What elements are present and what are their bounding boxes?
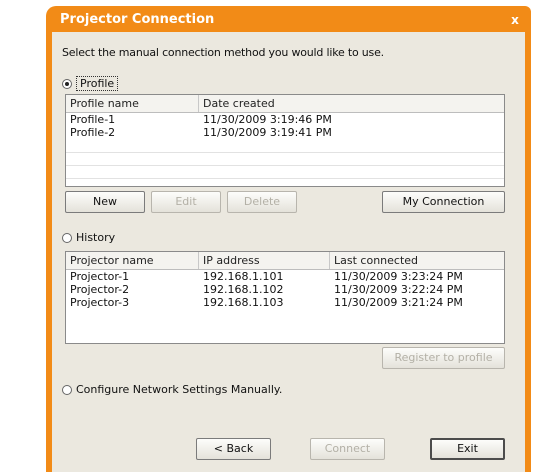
register-to-profile-button[interactable]: Register to profile xyxy=(382,347,505,369)
my-connection-button[interactable]: My Connection xyxy=(382,191,505,213)
column-header-profile-name[interactable]: Profile name xyxy=(66,95,199,112)
history-list-header: Projector name IP address Last connected xyxy=(66,252,504,270)
column-header-date-created[interactable]: Date created xyxy=(199,95,501,112)
projector-connection-window: Projector Connection x Select the manual… xyxy=(46,6,531,472)
delete-button[interactable]: Delete xyxy=(227,191,297,213)
title-bar: Projector Connection x xyxy=(60,10,523,30)
close-icon[interactable]: x xyxy=(507,10,523,30)
table-row[interactable]: Projector-3 192.168.1.103 11/30/2009 3:2… xyxy=(66,296,504,309)
profile-radio[interactable] xyxy=(62,78,72,89)
dialog-body: Select the manual connection method you … xyxy=(52,32,525,472)
ip-address-cell: 192.168.1.103 xyxy=(203,296,284,309)
profile-list[interactable]: Profile name Date created Profile-1 11/3… xyxy=(65,94,505,187)
projector-name-cell: Projector-2 xyxy=(70,283,130,296)
date-created-cell: 11/30/2009 3:19:46 PM xyxy=(203,113,332,126)
history-radio[interactable] xyxy=(62,232,72,243)
history-radio-option[interactable]: History xyxy=(62,231,115,244)
window-title: Projector Connection xyxy=(60,12,215,27)
instruction-text: Select the manual connection method you … xyxy=(62,46,384,59)
ip-address-cell: 192.168.1.102 xyxy=(203,283,284,296)
table-row[interactable]: Projector-2 192.168.1.102 11/30/2009 3:2… xyxy=(66,283,504,296)
manual-settings-radio[interactable] xyxy=(62,384,72,395)
history-radio-label: History xyxy=(76,231,116,244)
table-row[interactable]: Profile-2 11/30/2009 3:19:41 PM xyxy=(66,126,504,139)
last-connected-cell: 11/30/2009 3:22:24 PM xyxy=(334,283,463,296)
edit-button[interactable]: Edit xyxy=(151,191,221,213)
profile-name-cell: Profile-2 xyxy=(70,126,116,139)
profile-radio-option[interactable]: Profile xyxy=(62,76,119,91)
empty-row-lines xyxy=(66,140,504,186)
projector-name-cell: Projector-3 xyxy=(70,296,130,309)
projector-name-cell: Projector-1 xyxy=(70,270,130,283)
profile-name-cell: Profile-1 xyxy=(70,113,116,126)
column-header-last-connected[interactable]: Last connected xyxy=(330,252,501,269)
ip-address-cell: 192.168.1.101 xyxy=(203,270,284,283)
exit-button[interactable]: Exit xyxy=(430,438,505,460)
profile-radio-label: Profile xyxy=(76,76,119,91)
date-created-cell: 11/30/2009 3:19:41 PM xyxy=(203,126,332,139)
back-button[interactable]: < Back xyxy=(196,438,271,460)
manual-settings-radio-label: Configure Network Settings Manually. xyxy=(76,383,283,396)
last-connected-cell: 11/30/2009 3:23:24 PM xyxy=(334,270,463,283)
column-header-ip-address[interactable]: IP address xyxy=(199,252,330,269)
new-button[interactable]: New xyxy=(65,191,145,213)
last-connected-cell: 11/30/2009 3:21:24 PM xyxy=(334,296,463,309)
column-header-projector-name[interactable]: Projector name xyxy=(66,252,199,269)
table-row[interactable]: Profile-1 11/30/2009 3:19:46 PM xyxy=(66,113,504,126)
connect-button[interactable]: Connect xyxy=(310,438,385,460)
manual-settings-radio-option[interactable]: Configure Network Settings Manually. xyxy=(62,383,282,396)
table-row[interactable]: Projector-1 192.168.1.101 11/30/2009 3:2… xyxy=(66,270,504,283)
history-list[interactable]: Projector name IP address Last connected… xyxy=(65,251,505,344)
profile-list-header: Profile name Date created xyxy=(66,95,504,113)
